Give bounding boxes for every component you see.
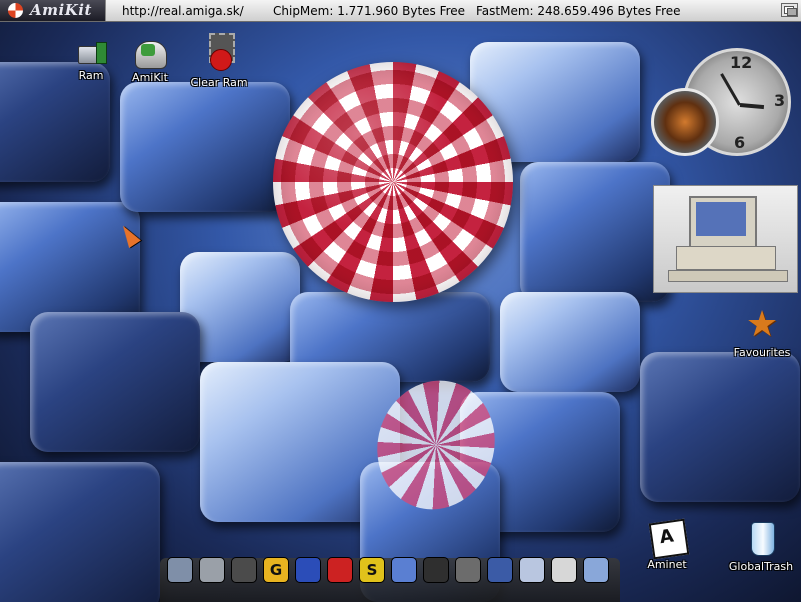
backdrop-tile — [520, 162, 670, 302]
monitor-icon[interactable] — [583, 557, 609, 583]
sliders-icon[interactable] — [551, 557, 577, 583]
clock-gears — [651, 88, 719, 156]
clock-widget[interactable]: 12 3 6 — [651, 48, 796, 156]
amiga-computer-picture[interactable] — [653, 185, 798, 293]
logo-text: AmiKit — [30, 1, 92, 19]
monitor-screen — [696, 202, 746, 236]
drive-icon[interactable] — [199, 557, 225, 583]
url-text: http://real.amiga.sk/ — [122, 4, 244, 18]
clock-hour-hand — [739, 103, 765, 110]
clear-ram-label: Clear Ram — [190, 76, 248, 89]
depth-gadget-icon[interactable] — [781, 3, 798, 17]
clock-numeral-3: 3 — [774, 91, 786, 110]
arcade-icon[interactable] — [295, 557, 321, 583]
portrait-icon[interactable] — [167, 557, 193, 583]
computer-base — [676, 246, 776, 270]
memory-chip-icon — [200, 31, 238, 75]
ram-chip-icon — [72, 38, 110, 68]
backdrop-tile — [120, 82, 290, 212]
favourites-icon[interactable]: ★ Favourites — [727, 304, 797, 360]
amikit-drive-icon[interactable]: AmiKit — [115, 36, 185, 84]
clear-ram-icon[interactable]: Clear Ram — [184, 31, 254, 89]
globe-icon[interactable] — [391, 557, 417, 583]
invader-icon[interactable] — [327, 557, 353, 583]
backdrop-tile — [30, 312, 200, 452]
g-icon[interactable]: G — [263, 557, 289, 583]
satellite-icon[interactable] — [423, 557, 449, 583]
dock-items: GS — [167, 557, 609, 583]
spy-icon[interactable] — [231, 557, 257, 583]
chipmem-text: ChipMem: 1.771.960 Bytes Free — [273, 4, 466, 18]
fastmem-text: FastMem: 248.659.496 Bytes Free — [476, 4, 681, 18]
global-trash-icon[interactable]: GlobalTrash — [726, 519, 796, 573]
clock-minute-hand — [720, 73, 741, 106]
aminet-icon[interactable]: Aminet — [632, 518, 702, 571]
global-trash-label: GlobalTrash — [728, 560, 794, 573]
favourites-label: Favourites — [733, 346, 791, 359]
trash-can-icon — [742, 519, 780, 559]
aminet-label: Aminet — [647, 558, 687, 571]
boing-ball-icon — [8, 3, 23, 18]
keyboard-shape — [668, 270, 788, 282]
screen-title-bar: AmiKit http://real.amiga.sk/ ChipMem: 1.… — [0, 0, 801, 22]
backdrop-tile — [0, 462, 160, 602]
gear-icon[interactable] — [519, 557, 545, 583]
backdrop-tile — [640, 352, 800, 502]
window-icon[interactable] — [487, 557, 513, 583]
amikit-label: AmiKit — [132, 71, 168, 84]
clock-numeral-6: 6 — [734, 133, 746, 152]
clock-numeral-12: 12 — [730, 53, 753, 72]
aminet-logo-icon — [648, 518, 690, 560]
harddisk-icon — [131, 36, 169, 70]
s-icon[interactable]: S — [359, 557, 385, 583]
amikit-logo[interactable]: AmiKit — [0, 0, 106, 21]
star-icon: ★ — [745, 304, 779, 345]
tools-icon[interactable] — [455, 557, 481, 583]
boing-ball — [273, 62, 513, 302]
backdrop-tile — [500, 292, 640, 392]
